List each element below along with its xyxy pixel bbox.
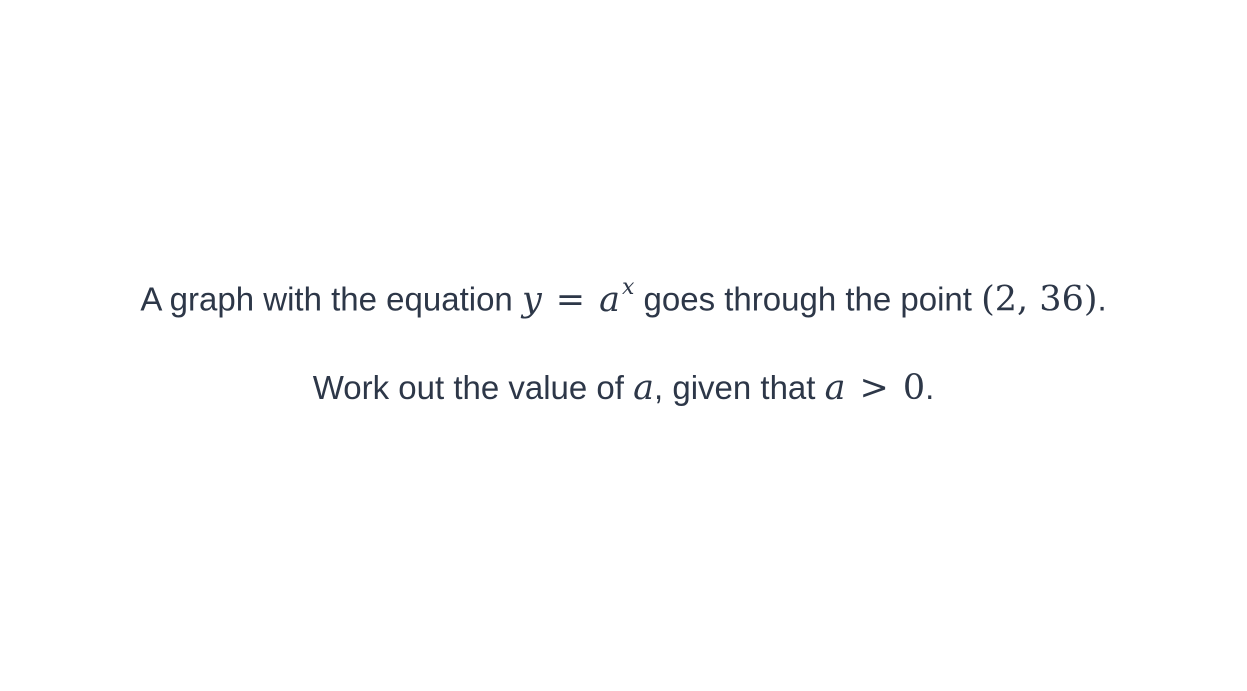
condition-op: > [859,368,889,408]
equation-equals: = [555,279,586,320]
line1-text-middle: goes through the point [634,280,982,318]
condition-var: a [824,368,846,408]
question-line-1: A graph with the equation y = ax goes thro… [0,270,1247,322]
question-container: A graph with the equation y = ax goes thro… [0,0,1247,691]
variable-a: a [633,368,654,408]
point-coordinates: (2, 36) [981,279,1098,320]
line2-text-end: . [925,369,935,406]
equation: y = ax [521,275,634,320]
condition: a >0 [825,368,925,408]
line2-text-middle: , given that [654,369,825,406]
equation-base: a [599,279,620,320]
line2-text-before: Work out the value of [312,369,634,406]
line1-text-before: A graph with the equation [140,280,522,318]
condition-value: 0 [902,368,926,408]
variable-a-symbol: a [633,368,654,408]
equation-exponent: x [621,275,635,300]
equation-lhs: y [521,279,542,320]
question-line-2: Work out the value of a, given that a >0. [0,366,1247,410]
line1-text-end: . [1097,280,1107,318]
